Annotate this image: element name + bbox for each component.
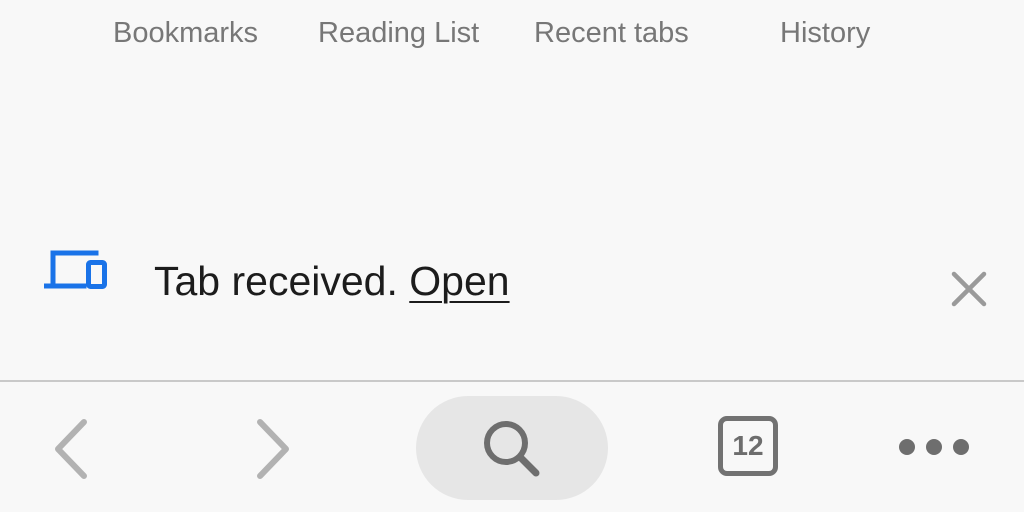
bottom-toolbar: 12 bbox=[0, 380, 1024, 512]
top-tabs-bar: Bookmarks Reading List Recent tabs Histo… bbox=[0, 0, 1024, 70]
more-icon[interactable] bbox=[896, 432, 972, 462]
open-link[interactable]: Open bbox=[409, 258, 509, 304]
tab-received-snackbar: Tab received. Open bbox=[0, 230, 1024, 340]
devices-icon bbox=[44, 250, 107, 289]
tab-reading-list[interactable]: Reading List bbox=[318, 14, 479, 52]
forward-arrow-icon[interactable] bbox=[248, 416, 298, 482]
tab-recent-tabs[interactable]: Recent tabs bbox=[534, 14, 689, 52]
tab-count: 12 bbox=[732, 430, 764, 461]
tab-bookmarks[interactable]: Bookmarks bbox=[113, 14, 258, 52]
search-button[interactable] bbox=[416, 396, 608, 500]
close-icon[interactable] bbox=[950, 270, 988, 308]
tab-switcher-button[interactable]: 12 bbox=[718, 416, 778, 476]
back-arrow-icon[interactable] bbox=[46, 416, 96, 482]
tab-history[interactable]: History bbox=[780, 14, 870, 52]
snackbar-text: Tab received. Open bbox=[154, 256, 510, 306]
search-icon bbox=[484, 421, 540, 477]
snackbar-message: Tab received. bbox=[154, 258, 398, 304]
